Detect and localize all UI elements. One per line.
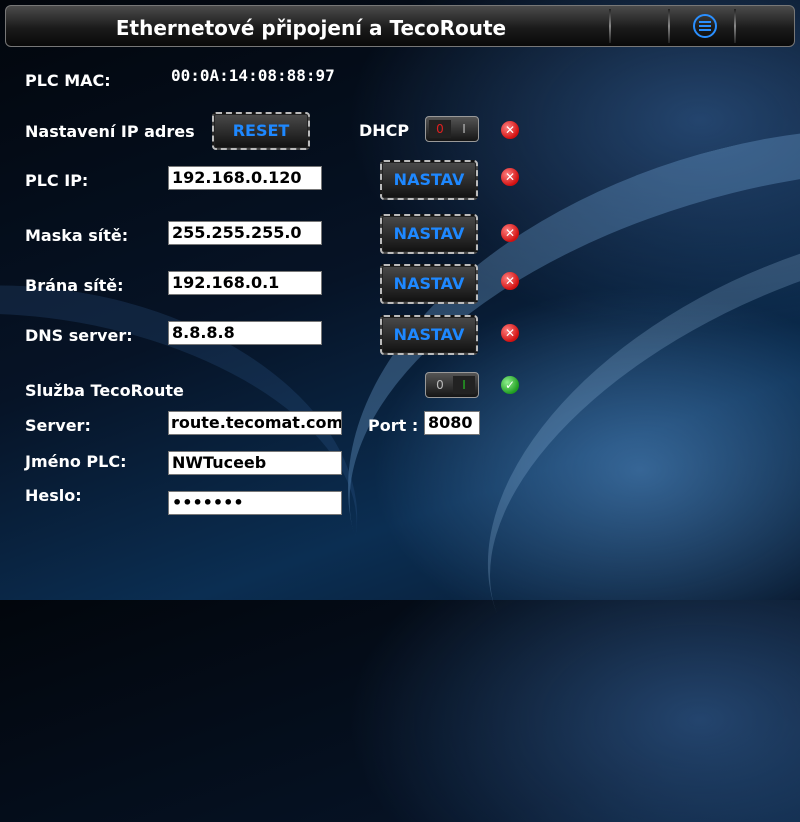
dhcp-error-icon: ✕ [501, 121, 519, 139]
dhcp-label: DHCP [359, 121, 410, 140]
background-swoosh [284, 39, 800, 807]
dhcp-toggle-on: I [462, 122, 466, 136]
plc-mac-label: PLC MAC: [25, 71, 111, 90]
password-label: Heslo: [25, 486, 82, 505]
gateway-field[interactable]: 192.168.0.1 [168, 271, 322, 295]
tecoroute-toggle-off: 0 [436, 378, 444, 392]
reset-button[interactable]: RESET [212, 112, 310, 150]
plc-ip-set-button[interactable]: NASTAV [380, 160, 478, 200]
title-bar: Ethernetové připojení a TecoRoute [5, 5, 795, 47]
server-label: Server: [25, 416, 91, 435]
tecoroute-ok-icon: ✓ [501, 376, 519, 394]
tecoroute-toggle-on: I [453, 376, 475, 394]
ip-settings-label: Nastavení IP adres [25, 122, 195, 141]
tecoroute-label: Služba TecoRoute [25, 381, 184, 400]
mask-label: Maska sítě: [25, 226, 129, 245]
dns-set-button[interactable]: NASTAV [380, 315, 478, 355]
mask-error-icon: ✕ [501, 224, 519, 242]
port-field[interactable]: 8080 [424, 411, 480, 435]
tecoroute-toggle[interactable]: 0 I [425, 372, 479, 398]
server-field[interactable]: route.tecomat.com [168, 411, 342, 435]
plc-ip-error-icon: ✕ [501, 168, 519, 186]
mask-field[interactable]: 255.255.255.0 [168, 221, 322, 245]
background-swoosh [0, 239, 390, 731]
plc-name-label: Jméno PLC: [25, 452, 127, 471]
title-separator [734, 9, 736, 43]
page-title: Ethernetové připojení a TecoRoute [115, 16, 507, 40]
dhcp-toggle[interactable]: 0 I [425, 116, 479, 142]
dns-field[interactable]: 8.8.8.8 [168, 321, 322, 345]
dns-error-icon: ✕ [501, 324, 519, 342]
gateway-label: Brána sítě: [25, 276, 124, 295]
title-separator [668, 9, 670, 43]
plc-name-field[interactable]: NWTuceeb [168, 451, 342, 475]
port-label: Port : [368, 416, 419, 435]
plc-ip-field[interactable]: 192.168.0.120 [168, 166, 322, 190]
password-field[interactable]: ••••••• [168, 491, 342, 515]
plc-ip-label: PLC IP: [25, 171, 89, 190]
gateway-set-button[interactable]: NASTAV [380, 264, 478, 304]
gateway-error-icon: ✕ [501, 272, 519, 290]
dns-label: DNS server: [25, 326, 133, 345]
dhcp-toggle-off: 0 [429, 120, 451, 138]
plc-mac-value: 00:0A:14:08:88:97 [171, 66, 335, 85]
title-separator [609, 9, 611, 43]
mask-set-button[interactable]: NASTAV [380, 214, 478, 254]
menu-icon[interactable] [693, 14, 717, 38]
